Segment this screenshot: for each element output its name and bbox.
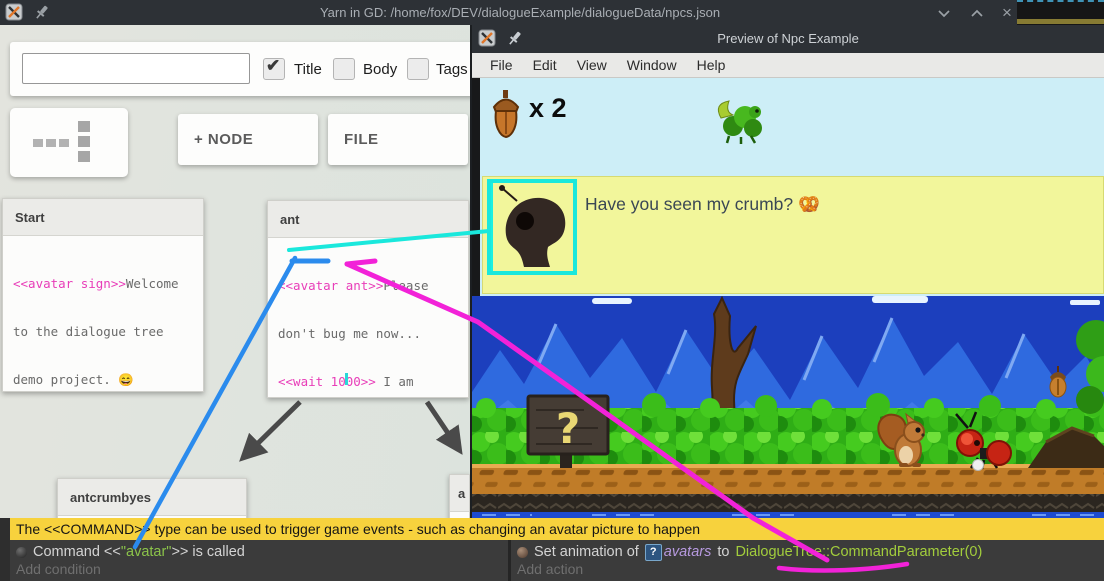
preview-titlebar[interactable]: Preview of Npc Example bbox=[472, 25, 1104, 53]
tutorial-tip-bar: The <<COMMAND>> type can be used to trig… bbox=[10, 518, 1104, 540]
window-title: Yarn in GD: /home/fox/DEV/dialogueExampl… bbox=[0, 0, 1040, 25]
node-card-antcrumbyes[interactable]: antcrumbyes bbox=[57, 478, 247, 518]
node-body-line: don't bug me now... bbox=[278, 326, 468, 342]
action-sphere-icon bbox=[517, 547, 528, 558]
item-counter: x 2 bbox=[492, 90, 567, 138]
node-card-clipped[interactable]: a bbox=[449, 474, 470, 518]
add-condition-placeholder[interactable]: Add condition bbox=[16, 561, 101, 577]
condition-panel[interactable]: Command <<"avatar">> is called Add condi… bbox=[10, 540, 508, 581]
menu-help[interactable]: Help bbox=[687, 57, 736, 73]
add-action-placeholder[interactable]: Add action bbox=[517, 561, 583, 577]
preview-window: Preview of Npc Example File Edit View Wi… bbox=[470, 25, 1104, 518]
action-value: DialogueTree::CommandParameter(0) bbox=[735, 544, 982, 560]
avatar-highlight-frame bbox=[489, 179, 577, 275]
game-viewport[interactable]: x 2 bbox=[472, 78, 1104, 518]
menu-edit[interactable]: Edit bbox=[523, 57, 567, 73]
main-titlebar[interactable]: Yarn in GD: /home/fox/DEV/dialogueExampl… bbox=[0, 0, 1104, 25]
app-root: Yarn in GD: /home/fox/DEV/dialogueExampl… bbox=[0, 0, 1104, 581]
menu-file[interactable]: File bbox=[480, 57, 523, 73]
node-card-start[interactable]: Start <<avatar sign>>Welcome to the dial… bbox=[2, 198, 204, 392]
dialogue-text: Have you seen my crumb? 🥨 bbox=[585, 194, 820, 215]
action-panel[interactable]: Set animation of ? avatars to DialogueTr… bbox=[511, 540, 1104, 581]
node-body-line: demo project. 😄 bbox=[13, 372, 203, 388]
condition-row[interactable]: Command <<"avatar">> is called bbox=[16, 543, 245, 561]
menu-window[interactable]: Window bbox=[617, 57, 687, 73]
svg-text:?: ? bbox=[556, 404, 580, 453]
close-button[interactable]: × bbox=[1002, 0, 1012, 25]
item-count-label: x 2 bbox=[529, 93, 567, 124]
background-window-fragment bbox=[1017, 0, 1104, 25]
dialogue-box: Have you seen my crumb? 🥨 bbox=[482, 176, 1104, 294]
preview-menubar: File Edit View Window Help bbox=[472, 53, 1104, 78]
node-body-line: to the dialogue tree bbox=[13, 324, 203, 340]
action-row[interactable]: Set animation of ? avatars to DialogueTr… bbox=[517, 543, 982, 561]
acorn-icon bbox=[492, 90, 520, 138]
node-card-ant[interactable]: ant <<avatar ant>>Please don't bug me no… bbox=[267, 200, 469, 398]
node-body: <<avatar sign>>Welcome to the dialogue t… bbox=[3, 236, 203, 392]
node-title: antcrumbyes bbox=[58, 479, 246, 516]
minimize-button[interactable] bbox=[936, 5, 952, 21]
condition-command-name: "avatar" bbox=[121, 544, 172, 560]
node-body-line: <<avatar sign>>Welcome bbox=[13, 276, 203, 292]
unknown-type-icon: ? bbox=[645, 544, 662, 561]
node-body-line: <<wait 1000>> I am bbox=[278, 374, 468, 390]
node-body: <<avatar ant>>Please don't bug me now...… bbox=[268, 238, 468, 398]
menu-view[interactable]: View bbox=[567, 57, 617, 73]
game-scene: ? bbox=[472, 296, 1104, 518]
bottom-left-edge bbox=[0, 518, 10, 581]
preview-window-title: Preview of Npc Example bbox=[472, 25, 1104, 53]
node-title: ant bbox=[268, 201, 468, 238]
node-body-line: <<avatar ant>>Please bbox=[278, 278, 468, 294]
leaf-critter-sprite bbox=[713, 96, 767, 146]
condition-sphere-icon bbox=[16, 547, 27, 558]
action-target: avatars bbox=[664, 544, 712, 560]
ant-avatar-image bbox=[493, 183, 573, 271]
node-title: a bbox=[450, 475, 469, 512]
maximize-button[interactable] bbox=[969, 5, 985, 21]
node-title: Start bbox=[3, 199, 203, 236]
